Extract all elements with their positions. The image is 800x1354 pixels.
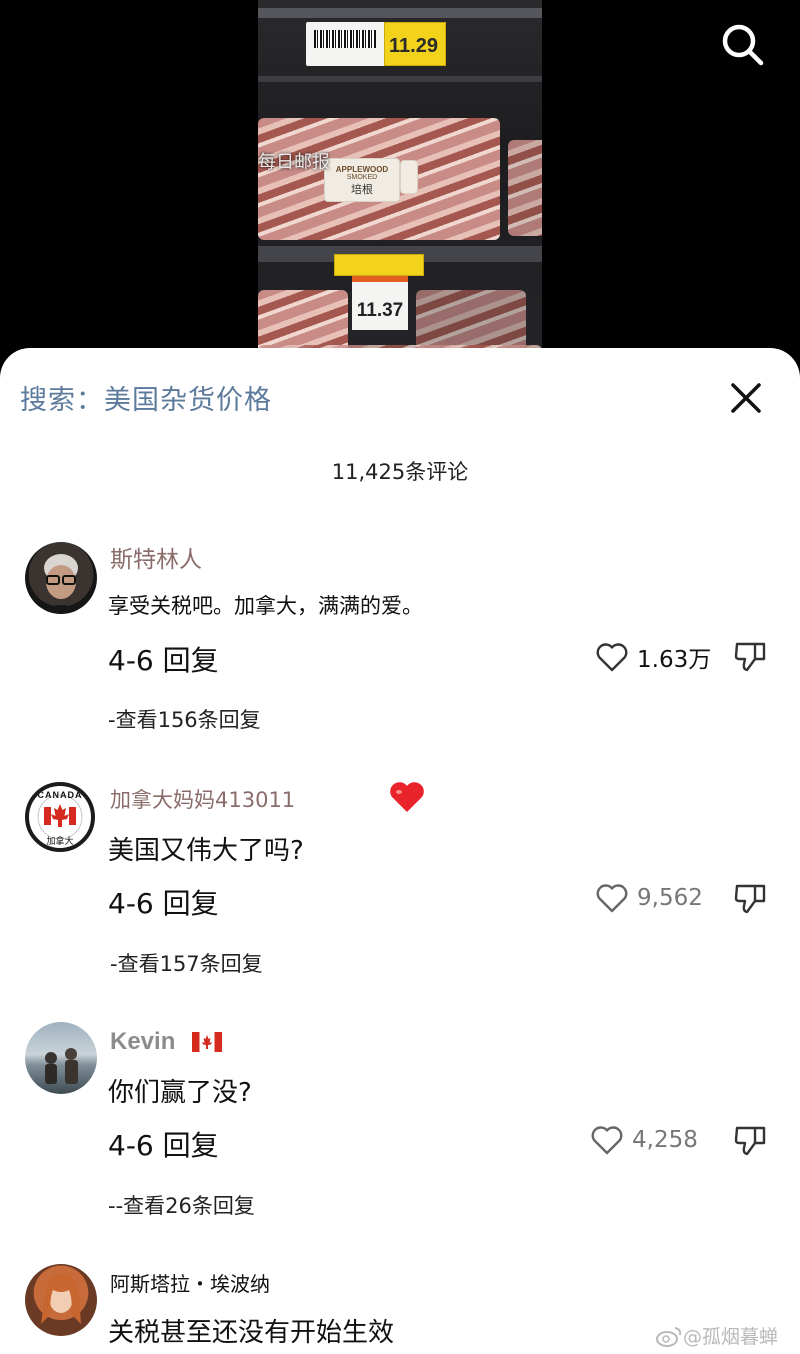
portrait-icon — [41, 1274, 81, 1324]
dislike-button[interactable] — [733, 880, 769, 920]
product-label-title: APPLEWOOD — [335, 165, 389, 174]
price-tag-top: 11.29 — [384, 22, 446, 66]
comment-count: 11,425条评论 — [331, 460, 469, 484]
product-label-cn: 培根 — [351, 183, 373, 196]
price-tag-bottom: 11.37 — [352, 276, 408, 330]
search-button[interactable] — [720, 22, 766, 68]
avatar[interactable] — [25, 542, 97, 614]
glasses-icon — [37, 554, 85, 614]
comment-text: 关税甚至还没有开始生效 — [108, 1318, 395, 1348]
like-button[interactable]: 1.63万 — [595, 640, 711, 674]
like-count: 1.63万 — [637, 647, 712, 673]
search-icon — [722, 24, 764, 66]
dislike-button[interactable] — [733, 638, 769, 678]
reply-button[interactable]: 4-6 回复 — [108, 1124, 219, 1164]
heart-icon — [591, 1126, 623, 1155]
thumbs-down-icon — [734, 1126, 766, 1156]
product-label-sub: SMOKED — [346, 174, 378, 181]
video-watermark: 每日邮报 — [258, 152, 330, 173]
label-emblem — [400, 160, 418, 194]
shelf-tag-yellow — [334, 254, 424, 276]
comment-text: 你们赢了没? — [108, 1078, 252, 1108]
comment-text: 美国又伟大了吗? — [108, 836, 304, 866]
like-button[interactable]: 9,562 — [595, 882, 703, 914]
view-replies-link[interactable]: --查看26条回复 — [108, 1190, 255, 1220]
product-label: APPLEWOOD SMOKED 培根 — [324, 158, 400, 202]
like-button[interactable]: 4,258 — [590, 1124, 698, 1156]
view-replies-link[interactable]: -查看156条回复 — [108, 704, 261, 734]
avatar-badge-bottom-text: 加拿大 — [46, 837, 74, 847]
people-icon — [45, 1048, 78, 1084]
thumbs-down-icon — [734, 884, 766, 914]
close-button[interactable] — [728, 380, 764, 416]
view-replies-link[interactable]: -查看157条回复 — [110, 948, 263, 978]
comment-text: 享受关税吧。加拿大，满满的爱。 — [108, 594, 423, 618]
video-player[interactable]: 11.29 APPLEWOOD SMOKED 培根 11.37 每日邮报 — [0, 0, 800, 380]
bacon-package — [508, 140, 542, 236]
comment-author[interactable]: Kevin — [110, 1028, 175, 1056]
avatar[interactable]: CANADA 加拿大 — [25, 782, 95, 852]
thumbs-down-icon — [734, 642, 766, 672]
heart-icon — [596, 884, 628, 913]
footer-watermark: @孤烟暮蝉 — [655, 1322, 778, 1349]
shelf-edge — [258, 8, 542, 18]
reply-button[interactable]: 4-6 回复 — [108, 882, 219, 922]
weibo-icon — [656, 1326, 682, 1347]
comment-author[interactable]: 加拿大妈妈413011 — [110, 784, 295, 814]
canada-flag-icon — [192, 1032, 222, 1056]
reply-button[interactable]: 4-6 回复 — [108, 639, 219, 679]
heart-emoji-icon — [388, 780, 426, 818]
like-count: 4,258 — [632, 1127, 698, 1153]
avatar-badge-top-text: CANADA — [37, 790, 83, 800]
footer-watermark-text: @孤烟暮蝉 — [683, 1326, 779, 1348]
search-title[interactable]: 搜索：美国杂货价格 — [20, 378, 272, 417]
comment-author[interactable]: 阿斯塔拉・埃波纳 — [110, 1268, 270, 1297]
shelf-edge — [258, 76, 542, 82]
comments-sheet: 搜索：美国杂货价格 11,425条评论 斯特林人 享受关税吧。加拿大，满满的爱。… — [0, 348, 800, 1354]
bacon-package — [416, 290, 526, 350]
video-frame: 11.29 APPLEWOOD SMOKED 培根 11.37 每日邮报 — [258, 0, 542, 380]
barcode — [314, 30, 376, 48]
dislike-button[interactable] — [733, 1122, 769, 1162]
like-count: 9,562 — [637, 885, 703, 911]
comment-author[interactable]: 斯特林人 — [110, 540, 202, 574]
avatar[interactable] — [25, 1264, 97, 1336]
avatar[interactable] — [25, 1022, 97, 1094]
close-icon — [731, 383, 761, 413]
heart-icon — [596, 643, 628, 672]
